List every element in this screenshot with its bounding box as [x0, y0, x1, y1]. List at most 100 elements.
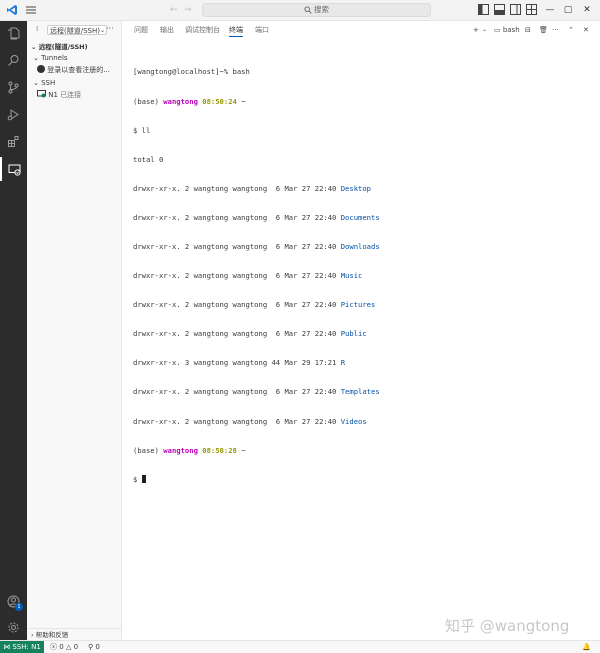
new-terminal-icon[interactable]: +: [473, 25, 479, 35]
activity-bar: 1: [0, 21, 27, 640]
prompt-time: 08:50:28: [202, 445, 237, 455]
tree-item-tunnels[interactable]: ⌄ Tunnels: [27, 53, 128, 64]
dir-entry: drwxr-xr-x. 2 wangtong wangtong 6 Mar 27…: [133, 300, 376, 310]
section-remote-header[interactable]: ⌄ 远程(隧道/SSH): [27, 41, 122, 51]
terminal-line: total 0: [133, 154, 164, 164]
ssh-label: SSH: [41, 79, 56, 87]
maximize-panel-icon[interactable]: ⌃: [568, 25, 574, 35]
help-feedback-section[interactable]: › 帮助和反馈: [27, 628, 122, 640]
dir-entry: drwxr-xr-x. 2 wangtong wangtong 6 Mar 27…: [133, 416, 367, 426]
tab-output[interactable]: 输出: [160, 25, 174, 35]
minimize-button[interactable]: —: [543, 3, 557, 17]
chevron-down-icon[interactable]: ⌄: [482, 25, 487, 35]
tree-item-tunnels-signin[interactable]: 登录以查看注册的...: [27, 65, 132, 76]
source-control-icon[interactable]: [0, 75, 27, 99]
remote-label: SSH: N1: [12, 643, 41, 651]
problems-status[interactable]: ⓧ 0 △ 0: [50, 641, 78, 653]
close-panel-icon[interactable]: ✕: [583, 25, 589, 35]
prompt-symbol: $: [133, 474, 138, 484]
remote-view-select[interactable]: 远程(隧道/SSH) ⌄: [47, 25, 107, 35]
dir-entry: drwxr-xr-x. 2 wangtong wangtong 6 Mar 27…: [133, 183, 372, 193]
status-bar: ⋈ SSH: N1 ⓧ 0 △ 0 ⚲ 0 🔔: [0, 640, 600, 653]
tunnels-label: Tunnels: [41, 54, 68, 62]
more-actions-icon[interactable]: ···: [552, 25, 559, 35]
customize-layout-icon[interactable]: [526, 4, 537, 15]
tunnels-signin-label: 登录以查看注册的...: [47, 66, 110, 74]
explorer-icon[interactable]: [0, 21, 27, 45]
sidebar-header: ⁞ 远程(隧道/SSH) ⌄ ···: [27, 21, 122, 39]
help-feedback-label: 帮助和反馈: [35, 631, 69, 639]
terminal-panel: 问题 输出 调试控制台 终端 端口 + ⌄ ▭ bash ⊟ 🗑 ··· ⌃ ✕…: [122, 21, 600, 640]
close-window-button[interactable]: ✕: [580, 3, 594, 17]
search-view-icon[interactable]: [0, 48, 27, 72]
watermark: 知乎 @wangtong: [445, 617, 570, 635]
tab-debug-console[interactable]: 调试控制台: [185, 25, 220, 35]
tree-item-ssh[interactable]: ⌄ SSH: [27, 78, 128, 89]
search-icon: [304, 6, 312, 14]
terminal-cursor: [141, 474, 146, 483]
tree-item-host-n1[interactable]: N1 已连接: [27, 90, 132, 101]
notifications-bell-icon[interactable]: 🔔: [582, 641, 591, 653]
command-center-search[interactable]: 搜索: [202, 3, 431, 17]
vscode-logo-icon: [7, 5, 17, 15]
title-bar: ← → 搜索 — ▢ ✕: [0, 0, 600, 21]
forward-icon[interactable]: →: [184, 4, 194, 16]
remote-view-select-label: 远程(隧道/SSH): [50, 27, 100, 35]
kill-terminal-icon[interactable]: 🗑: [539, 25, 548, 35]
maximize-button[interactable]: ▢: [561, 3, 575, 17]
host-status: 已连接: [60, 91, 82, 99]
ports-count: 0: [95, 643, 100, 651]
run-debug-icon[interactable]: [0, 102, 27, 126]
toggle-secondary-sidebar-icon[interactable]: [510, 4, 521, 15]
ports-icon: ⚲: [88, 643, 94, 651]
split-terminal-icon[interactable]: ⊟: [525, 25, 531, 35]
tab-problems[interactable]: 问题: [134, 25, 148, 35]
section-title: 远程(隧道/SSH): [38, 43, 88, 51]
chevron-right-icon: ›: [31, 631, 34, 639]
search-label: 搜索: [314, 5, 329, 14]
terminal-icon: ▭: [494, 26, 501, 34]
settings-gear-icon[interactable]: [0, 615, 27, 639]
panel-tabs: 问题 输出 调试控制台 终端 端口 + ⌄ ▭ bash ⊟ 🗑 ··· ⌃ ✕: [122, 21, 600, 39]
terminal-prompt: (base) wangtong 08:50:28 ~: [133, 446, 593, 456]
menu-icon[interactable]: [25, 4, 37, 16]
accounts-badge: 1: [15, 603, 23, 611]
host-name: N1: [48, 91, 58, 99]
accounts-icon[interactable]: 1: [0, 589, 27, 613]
prompt-user: wangtong: [163, 445, 198, 455]
terminal-prompt: (base) wangtong 08:50:24 ~: [133, 97, 593, 107]
chevron-down-icon: ⌄: [99, 27, 105, 34]
prompt-user: wangtong: [163, 96, 198, 106]
warning-count: 0: [73, 643, 79, 651]
back-icon[interactable]: ←: [170, 4, 180, 16]
tab-ports[interactable]: 端口: [255, 25, 269, 35]
prompt-dir: ~: [241, 445, 246, 455]
dir-entry: drwxr-xr-x. 3 wangtong wangtong 44 Mar 2…: [133, 358, 346, 368]
dir-entry: drwxr-xr-x. 2 wangtong wangtong 6 Mar 27…: [133, 271, 363, 281]
toggle-sidebar-icon[interactable]: [478, 4, 489, 15]
extensions-icon[interactable]: [0, 129, 27, 153]
prompt-time: 08:50:24: [202, 96, 237, 106]
error-count: 0: [59, 643, 64, 651]
terminal-line: [wangtong@localhost]~% bash: [133, 67, 250, 77]
remote-explorer-sidebar: ⁞ 远程(隧道/SSH) ⌄ ··· ⌄ 远程(隧道/SSH) ⌄ Tunnel…: [27, 21, 122, 640]
prompt-dir: ~: [241, 96, 246, 106]
conda-env: (base): [133, 96, 159, 106]
chevron-down-icon: ⌄: [31, 43, 37, 51]
tab-terminal[interactable]: 终端: [229, 25, 243, 37]
conda-env: (base): [133, 445, 159, 455]
terminal-instance[interactable]: ▭ bash: [494, 25, 520, 35]
terminal-output[interactable]: [wangtong@localhost]~% bash (base) wangt…: [133, 48, 593, 504]
dir-entry: drwxr-xr-x. 2 wangtong wangtong 6 Mar 27…: [133, 329, 367, 339]
remote-explorer-icon[interactable]: [0, 157, 27, 181]
terminal-input-line[interactable]: $: [133, 474, 593, 485]
remote-icon: ⋈: [3, 643, 11, 651]
toggle-panel-icon[interactable]: [494, 4, 505, 15]
remote-indicator[interactable]: ⋈ SSH: N1: [0, 641, 44, 653]
dir-entry: drwxr-xr-x. 2 wangtong wangtong 6 Mar 27…: [133, 212, 380, 222]
ports-status[interactable]: ⚲ 0: [88, 641, 100, 653]
remote-connected-icon: [37, 90, 46, 98]
more-actions-icon[interactable]: ···: [106, 24, 114, 33]
chevron-down-icon: ⌄: [33, 54, 39, 62]
error-icon: ⓧ: [50, 643, 57, 651]
